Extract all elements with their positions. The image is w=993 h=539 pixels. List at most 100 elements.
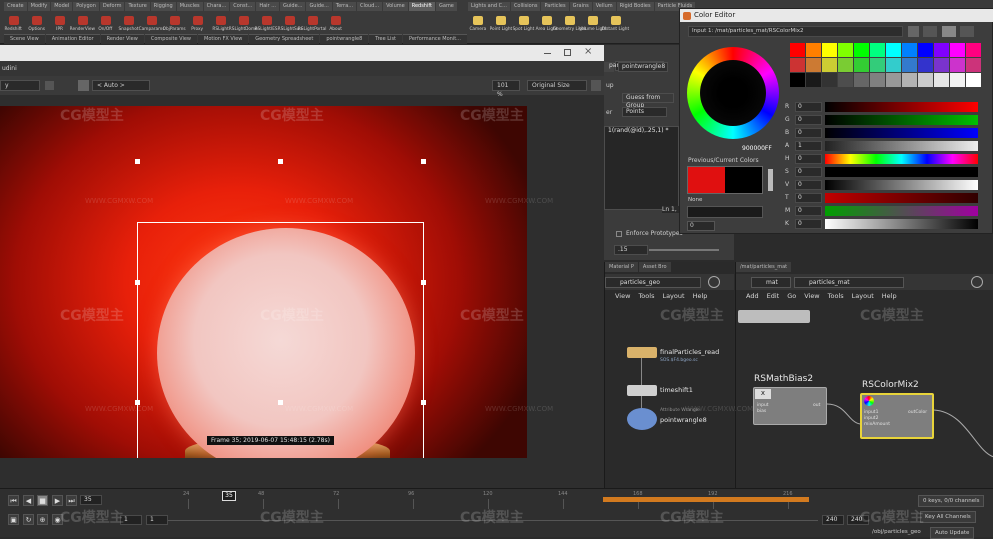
slider-bar[interactable]	[825, 205, 978, 216]
tool-point-light[interactable]: Point Light	[489, 11, 512, 32]
shelf-tab-chara[interactable]: Chara...	[203, 2, 230, 11]
slider-value[interactable]: 0	[795, 166, 822, 177]
network-path[interactable]: particles_geo	[605, 277, 701, 288]
color-swatch[interactable]	[822, 58, 837, 72]
tool-snapshot[interactable]: Snapshot	[117, 11, 140, 32]
channel-icon[interactable]	[78, 80, 89, 91]
shelf-tab-volume[interactable]: Volume	[383, 2, 408, 11]
value-slider[interactable]	[649, 249, 719, 251]
slider-bar[interactable]	[825, 218, 978, 229]
slider-bar[interactable]	[825, 179, 978, 190]
color-swatch[interactable]	[838, 43, 853, 57]
size-mode-dropdown[interactable]: Original Size	[527, 80, 587, 91]
slider-value[interactable]: 0	[795, 179, 822, 190]
range-start-field[interactable]: 1	[146, 515, 168, 525]
tool-rslightportal[interactable]: RSLightPortal	[298, 11, 327, 32]
tool-rslightdome[interactable]: RSLightDome	[229, 11, 258, 32]
color-swatch[interactable]	[886, 43, 901, 57]
tab-motion-fx-view[interactable]: Motion FX View	[198, 34, 249, 44]
shelf-tab-model[interactable]: Model	[51, 2, 73, 11]
shelf-tab-modify[interactable]: Modify	[27, 2, 51, 11]
slider-value[interactable]: 0	[795, 192, 822, 203]
grid-icon[interactable]	[960, 26, 974, 37]
color-swatch[interactable]	[790, 73, 805, 87]
color-swatch[interactable]	[966, 73, 981, 87]
pin-icon[interactable]	[908, 26, 919, 37]
shelf-tab-deform[interactable]: Deform	[99, 2, 125, 11]
slider-value[interactable]: 0	[795, 101, 822, 112]
color-swatch[interactable]	[934, 58, 949, 72]
slider-bar[interactable]	[825, 153, 978, 164]
color-wheel[interactable]	[687, 47, 779, 139]
color-swatch[interactable]	[902, 58, 917, 72]
color-swatch[interactable]	[806, 43, 821, 57]
slider-value[interactable]: 0	[795, 153, 822, 164]
slider-bar[interactable]	[825, 101, 978, 112]
audio-icon[interactable]: ▣	[8, 514, 19, 525]
aov-dropdown[interactable]: < Auto >	[92, 80, 150, 91]
run-over-dropdown[interactable]: Points	[622, 107, 667, 117]
shelf-tab-redshift[interactable]: Redshift	[408, 2, 435, 11]
color-swatch[interactable]	[854, 58, 869, 72]
list-icon[interactable]	[942, 26, 956, 37]
shelf-tab-particles[interactable]: Particles	[541, 2, 569, 11]
tool-geometry-light[interactable]: Geometry Light	[553, 11, 586, 32]
selection-handle[interactable]	[278, 400, 283, 405]
selection-handle[interactable]	[278, 159, 283, 164]
play-button[interactable]: ▶	[52, 495, 63, 506]
maximize-icon[interactable]	[564, 49, 571, 56]
shelf-tab-collisions[interactable]: Collisions	[510, 2, 541, 11]
shelf-tab-guide[interactable]: Guide...	[279, 2, 306, 11]
slider-value[interactable]: 0	[795, 127, 822, 138]
color-swatch[interactable]	[950, 73, 965, 87]
settings-icon[interactable]	[591, 80, 601, 91]
slider-value[interactable]: 0	[795, 205, 822, 216]
color-swatch[interactable]	[790, 43, 805, 57]
color-swatch[interactable]	[918, 73, 933, 87]
zoom-field[interactable]: 101 %	[492, 80, 520, 98]
tab-asset-bro[interactable]: Asset Bro	[638, 262, 671, 272]
selection-handle[interactable]	[421, 400, 426, 405]
region-icon[interactable]	[45, 81, 54, 90]
color-swatch[interactable]	[950, 43, 965, 57]
slider-bar[interactable]	[825, 192, 978, 203]
shelf-tab-terra[interactable]: Terra...	[332, 2, 357, 11]
eyedropper-icon[interactable]	[768, 169, 773, 191]
color-swatch[interactable]	[902, 43, 917, 57]
guess-group-button[interactable]: Guess from Group	[622, 93, 674, 109]
range-end-field[interactable]: 240	[822, 515, 844, 525]
shelf-tab-hair[interactable]: Hair ...	[256, 2, 279, 11]
shelf-tab-rigid-bodies[interactable]: Rigid Bodies	[616, 2, 654, 11]
color-swatch[interactable]	[870, 43, 885, 57]
menu-layout[interactable]: Layout	[662, 292, 684, 303]
stop-button[interactable]: ■	[37, 495, 48, 506]
current-frame-marker[interactable]: 35	[222, 491, 236, 501]
shelf-tab-cloud[interactable]: Cloud...	[357, 2, 383, 11]
shelf-tab-grains[interactable]: Grains	[569, 2, 592, 11]
shelf-tab-texture[interactable]: Texture	[125, 2, 150, 11]
shelf-tab-lights-and-c[interactable]: Lights and C...	[468, 2, 510, 11]
shelf-tab-vellum[interactable]: Vellum	[592, 2, 616, 11]
slider-bar[interactable]	[825, 127, 978, 138]
auto-update-dropdown[interactable]: Auto Update	[930, 527, 975, 539]
tool-ipr[interactable]: IPR	[48, 11, 71, 32]
frame-field[interactable]: 35	[80, 495, 102, 505]
tab-geometry-spreadsheet[interactable]: Geometry Spreadsheet	[249, 34, 320, 44]
color-wheel-value[interactable]	[700, 60, 766, 126]
slider-value[interactable]: 0	[795, 218, 822, 229]
color-swatch[interactable]	[806, 58, 821, 72]
step-back-button[interactable]: ◀	[23, 495, 34, 506]
shelf-tab-guide[interactable]: Guide...	[306, 2, 332, 11]
tab-scene-view[interactable]: Scene View	[4, 34, 45, 44]
color-swatch[interactable]	[934, 73, 949, 87]
close-icon[interactable]: ×	[584, 46, 592, 57]
color-swatch[interactable]	[966, 43, 981, 57]
selection-handle[interactable]	[421, 280, 426, 285]
tab-tree-list[interactable]: Tree List	[369, 34, 403, 44]
menu-view[interactable]: View	[615, 292, 630, 303]
tool-proxy[interactable]: Proxy	[186, 11, 209, 32]
tool-camparams[interactable]: Camparams	[139, 11, 164, 32]
slider-bar[interactable]	[825, 140, 978, 151]
color-swatch[interactable]	[918, 43, 933, 57]
tool-distant-light[interactable]: Distant Light	[602, 11, 629, 32]
